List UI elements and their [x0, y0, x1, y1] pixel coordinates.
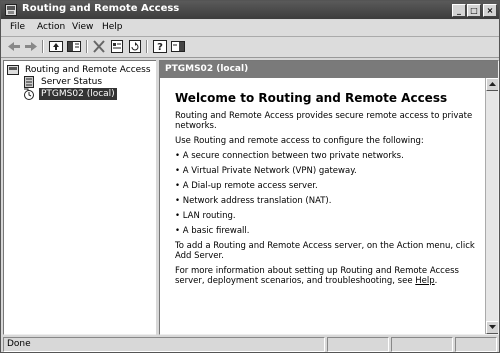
tree-item-root[interactable]: Routing and Remote Access — [7, 64, 155, 76]
more-info-paragraph: For more information about setting up Ro… — [175, 266, 483, 286]
title-bar[interactable]: Routing and Remote Access _ □ × — [1, 1, 499, 19]
details-header-title: PTGMS02 (local) — [165, 64, 249, 74]
delete-icon[interactable] — [91, 39, 107, 54]
minimize-button[interactable]: _ — [452, 4, 466, 17]
tree-root-label: Routing and Remote Access — [25, 65, 151, 75]
feature-item: • A basic firewall. — [175, 226, 250, 236]
scroll-down-button[interactable] — [486, 321, 498, 334]
up-folder-icon[interactable] — [48, 39, 64, 54]
tree-server-status-label: Server Status — [41, 77, 103, 87]
status-text: Done — [7, 339, 31, 349]
status-cell — [391, 337, 453, 352]
maximize-button[interactable]: □ — [467, 4, 481, 17]
routing-app-icon — [5, 4, 17, 16]
feature-item: • Network address translation (NAT). — [175, 196, 332, 206]
routing-service-icon — [7, 65, 19, 75]
tree-ptgms02-label: PTGMS02 (local) — [39, 88, 117, 100]
more-info-period: . — [434, 276, 438, 286]
svg-text:?: ? — [157, 42, 163, 53]
server-status-icon — [24, 76, 34, 88]
toolbar: ? — [1, 37, 499, 58]
feature-item: • LAN routing. — [175, 211, 236, 221]
feature-item: • A Virtual Private Network (VPN) gatewa… — [175, 166, 357, 176]
console-tree: Routing and Remote Access Server Status … — [3, 60, 157, 335]
back-arrow-icon[interactable] — [6, 39, 22, 54]
toolbar-separator — [86, 40, 88, 53]
refresh-icon[interactable] — [127, 39, 143, 54]
status-cell — [455, 337, 497, 352]
tree-item-ptgms02[interactable]: PTGMS02 (local) — [23, 88, 153, 100]
close-button[interactable]: × — [483, 4, 497, 17]
toolbar-separator — [146, 40, 148, 53]
show-hide-tree-icon[interactable] — [66, 39, 82, 54]
feature-item: • A secure connection between two privat… — [175, 151, 404, 161]
scroll-up-button[interactable] — [486, 78, 498, 91]
forward-arrow-icon[interactable] — [23, 39, 39, 54]
configure-intro-text: Use Routing and remote access to configu… — [175, 136, 424, 146]
tree-item-server-status[interactable]: Server Status — [23, 76, 153, 88]
window-title: Routing and Remote Access — [22, 3, 180, 14]
menu-action[interactable]: Action — [37, 22, 65, 32]
app-window: Routing and Remote Access _ □ × File Act… — [0, 0, 500, 353]
menu-help[interactable]: Help — [102, 22, 123, 32]
properties-icon[interactable] — [109, 39, 125, 54]
welcome-heading: Welcome to Routing and Remote Access — [175, 91, 448, 105]
menu-file[interactable]: File — [10, 22, 25, 32]
status-bar: Done — [1, 336, 499, 352]
help-icon[interactable]: ? — [152, 39, 168, 54]
details-header: PTGMS02 (local) — [160, 61, 498, 78]
help-link[interactable]: Help — [415, 276, 434, 286]
scroll-down-arrow-icon — [489, 325, 496, 329]
add-server-text: To add a Routing and Remote Access serve… — [175, 241, 475, 261]
details-pane: PTGMS02 (local) Welcome to Routing and R… — [159, 60, 499, 335]
welcome-document: Welcome to Routing and Remote Access Rou… — [175, 91, 483, 291]
feature-item: • A Dial-up remote access server. — [175, 181, 318, 191]
intro-text: Routing and Remote Access provides secur… — [175, 111, 473, 131]
console-pane-icon[interactable] — [170, 39, 186, 54]
scroll-up-arrow-icon — [489, 82, 496, 86]
server-icon — [24, 88, 34, 100]
vertical-scrollbar[interactable] — [485, 78, 498, 334]
toolbar-separator — [42, 40, 44, 53]
feature-list: • A secure connection between two privat… — [175, 151, 483, 236]
menu-bar: File Action View Help — [1, 20, 499, 37]
status-main-cell: Done — [3, 337, 325, 352]
menu-view[interactable]: View — [72, 22, 93, 32]
status-cell — [327, 337, 389, 352]
